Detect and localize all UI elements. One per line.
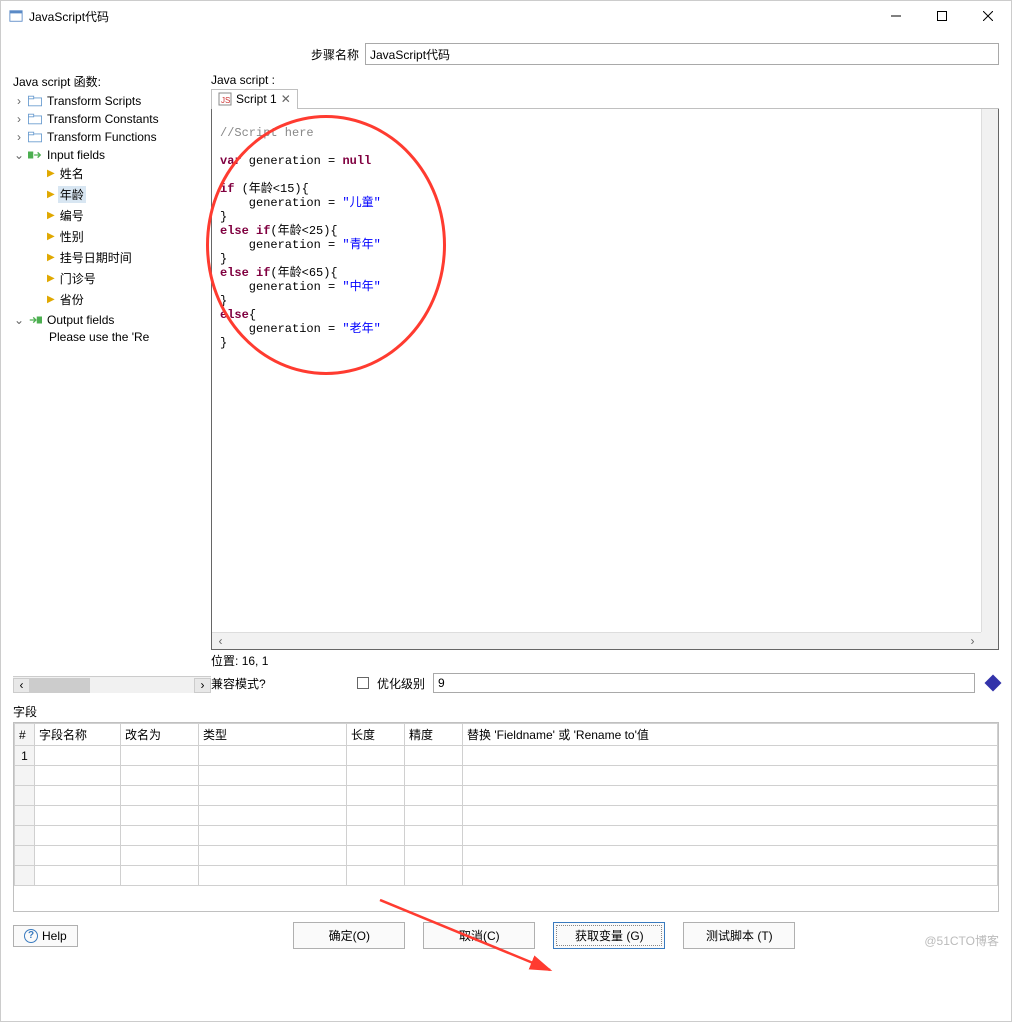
position-label: 位置: — [211, 654, 238, 668]
opt-level-helper-icon[interactable] — [985, 675, 1002, 692]
script-editor[interactable]: //Script here var generation = null if (… — [212, 109, 998, 649]
help-icon: ? — [24, 929, 38, 943]
script-tab[interactable]: JS Script 1 ✕ — [211, 89, 298, 109]
field-icon: ▶ — [47, 168, 55, 179]
tree-input-field-b[interactable]: 年龄 — [58, 186, 86, 203]
compat-mode-label: 兼容模式? — [211, 675, 349, 692]
field-icon: ▶ — [47, 273, 55, 284]
editor-horizontal-scrollbar[interactable]: ‹ › — [212, 632, 981, 649]
help-label: Help — [42, 929, 67, 943]
col-type[interactable]: 类型 — [199, 724, 347, 746]
row-number: 1 — [15, 746, 35, 766]
tree-horizontal-scrollbar[interactable]: ‹ › — [13, 676, 211, 693]
col-replace[interactable]: 替换 'Fieldname' 或 'Rename to'值 — [463, 724, 998, 746]
position-value: 16, 1 — [242, 654, 269, 668]
scroll-right-icon[interactable]: › — [194, 678, 211, 693]
compat-mode-checkbox[interactable] — [357, 677, 369, 689]
tree-input-fields[interactable]: Input fields — [45, 148, 107, 162]
table-row[interactable] — [15, 786, 998, 806]
tree-transform-scripts[interactable]: Transform Scripts — [45, 94, 143, 108]
scroll-left-icon[interactable]: ‹ — [212, 633, 229, 650]
table-row[interactable] — [15, 826, 998, 846]
folder-icon — [28, 113, 42, 125]
close-tab-icon[interactable]: ✕ — [281, 92, 291, 106]
tree-transform-constants[interactable]: Transform Constants — [45, 112, 161, 126]
opt-level-label: 优化级别 — [377, 675, 425, 692]
col-length[interactable]: 长度 — [347, 724, 405, 746]
field-icon: ▶ — [47, 294, 55, 305]
table-row[interactable]: 1 — [15, 746, 998, 766]
step-name-input[interactable] — [365, 43, 999, 65]
table-row[interactable] — [15, 766, 998, 786]
field-icon: ▶ — [47, 189, 55, 200]
opt-level-input[interactable] — [433, 673, 975, 693]
tree-input-field-g[interactable]: 省份 — [58, 291, 86, 308]
output-icon — [28, 314, 42, 326]
col-precision[interactable]: 精度 — [405, 724, 463, 746]
field-icon: ▶ — [47, 252, 55, 263]
minimize-button[interactable] — [873, 1, 919, 31]
script-panel-title: Java script : — [211, 73, 999, 87]
tree-input-field-d[interactable]: 性别 — [58, 228, 86, 245]
window-icon — [9, 9, 23, 23]
editor-vertical-scrollbar[interactable] — [981, 109, 998, 632]
folder-icon — [28, 131, 42, 143]
cancel-button[interactable]: 取消(C) — [423, 922, 535, 949]
functions-tree[interactable]: › Transform Scripts › Transform Constant… — [13, 92, 211, 672]
ok-button[interactable]: 确定(O) — [293, 922, 405, 949]
tree-input-field-c[interactable]: 编号 — [58, 207, 86, 224]
close-button[interactable] — [965, 1, 1011, 31]
tree-input-field-e[interactable]: 挂号日期时间 — [58, 249, 134, 266]
help-button[interactable]: ? Help — [13, 925, 78, 947]
folder-icon — [28, 95, 42, 107]
tree-input-field-f[interactable]: 门诊号 — [58, 270, 98, 287]
svg-text:JS: JS — [221, 96, 230, 105]
scroll-left-icon[interactable]: ‹ — [13, 678, 30, 693]
script-tab-label: Script 1 — [236, 92, 277, 106]
tree-input-field-a[interactable]: 姓名 — [58, 165, 86, 182]
col-fieldname[interactable]: 字段名称 — [35, 724, 121, 746]
table-row[interactable] — [15, 806, 998, 826]
field-icon: ▶ — [47, 231, 55, 242]
functions-panel-title: Java script 函数: — [13, 73, 211, 90]
fields-section-title: 字段 — [13, 703, 999, 720]
step-name-label: 步骤名称 — [13, 46, 359, 63]
scroll-thumb[interactable] — [30, 678, 90, 693]
maximize-button[interactable] — [919, 1, 965, 31]
field-icon: ▶ — [47, 210, 55, 221]
watermark: @51CTO博客 — [924, 932, 999, 949]
tree-output-fields[interactable]: Output fields — [45, 313, 116, 327]
window-title: JavaScript代码 — [29, 8, 109, 25]
table-row[interactable] — [15, 846, 998, 866]
tree-transform-functions[interactable]: Transform Functions — [45, 130, 159, 144]
fields-grid[interactable]: # 字段名称 改名为 类型 长度 精度 替换 'Fieldname' 或 'Re… — [13, 722, 999, 912]
col-rownum: # — [15, 724, 35, 746]
table-row[interactable] — [15, 866, 998, 886]
script-tab-icon: JS — [218, 92, 232, 106]
input-icon — [28, 149, 42, 161]
scroll-right-icon[interactable]: › — [964, 633, 981, 650]
tree-output-help: Please use the 'Re — [47, 330, 151, 344]
test-script-button[interactable]: 测试脚本 (T) — [683, 922, 795, 949]
col-rename[interactable]: 改名为 — [121, 724, 199, 746]
get-variables-button[interactable]: 获取变量 (G) — [553, 922, 665, 949]
